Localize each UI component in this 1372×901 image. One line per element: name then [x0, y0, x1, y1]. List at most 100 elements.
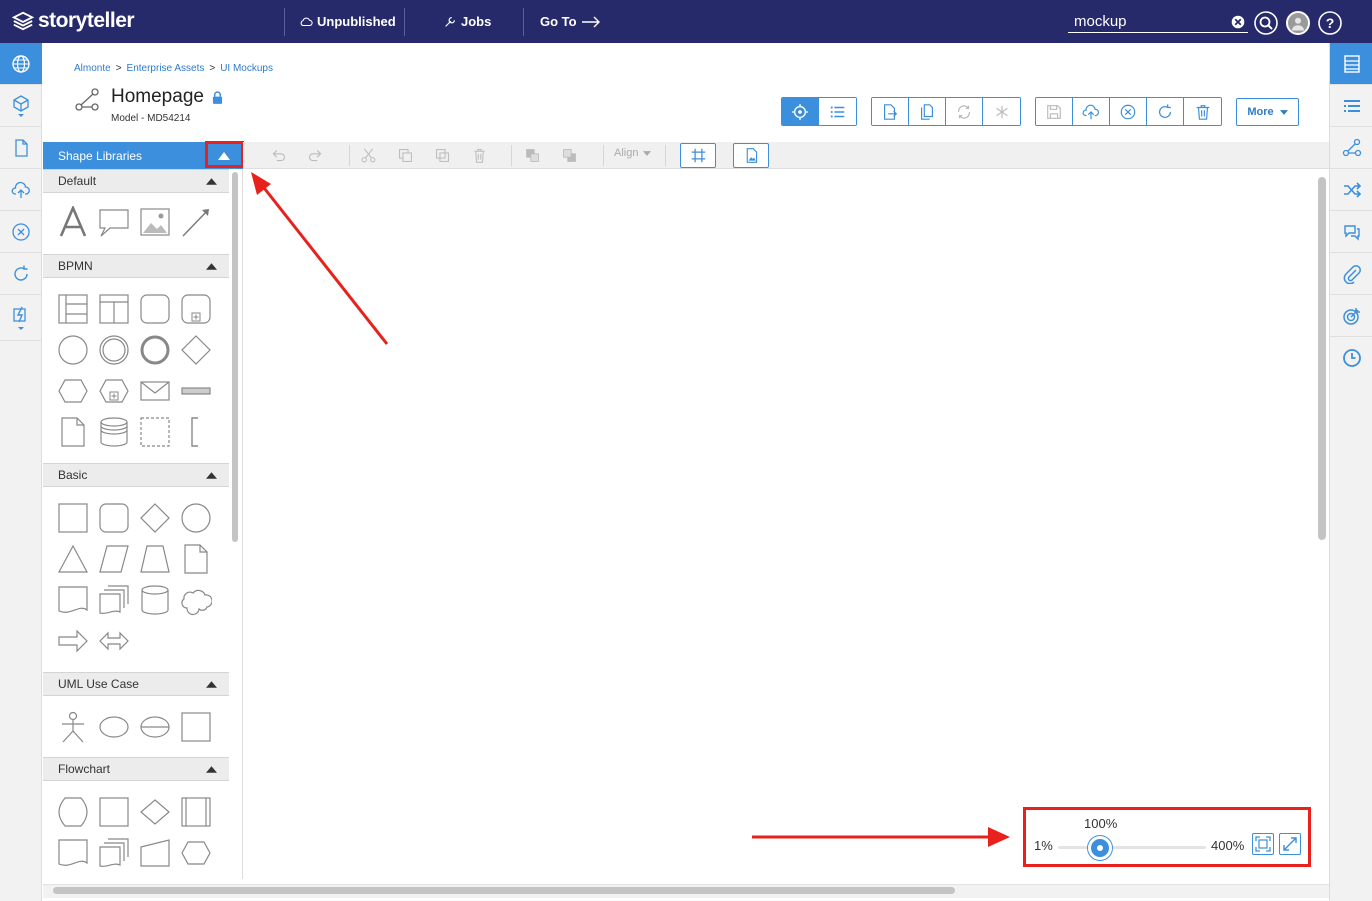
discard-button[interactable] [1110, 98, 1147, 125]
shape-image[interactable] [139, 206, 171, 238]
export-image-button[interactable] [733, 143, 769, 168]
diagram-canvas[interactable] [243, 169, 1329, 884]
shape-gateway[interactable] [180, 334, 212, 366]
clear-search-button[interactable] [1228, 12, 1248, 32]
shape-start-event[interactable] [57, 334, 89, 366]
shape-predefined-process[interactable] [180, 796, 212, 828]
shape-terminator[interactable] [57, 796, 89, 828]
zoom-slider-thumb[interactable] [1088, 836, 1112, 860]
shape-use-case-extension[interactable] [139, 711, 171, 743]
goto-button[interactable]: Go To [540, 14, 601, 29]
lane-shape-icon [99, 294, 129, 324]
shape-preparation[interactable] [180, 837, 212, 869]
rail-shuffle-button[interactable] [1330, 169, 1372, 211]
jobs-button[interactable]: Jobs [443, 14, 491, 29]
more-button[interactable]: More [1236, 98, 1299, 126]
section-header-basic[interactable]: Basic [43, 463, 229, 487]
shape-rounded-rectangle[interactable] [98, 502, 130, 534]
shape-diamond[interactable] [139, 502, 171, 534]
diagram-view-button[interactable] [782, 98, 819, 125]
shape-library-scrollbar[interactable] [232, 172, 238, 542]
unpublished-button[interactable]: Unpublished [299, 14, 396, 29]
shape-task[interactable] [139, 293, 171, 325]
shape-multi-document[interactable] [98, 584, 130, 616]
shape-annotation[interactable] [180, 416, 212, 448]
shape-manual-input[interactable] [139, 837, 171, 869]
shape-pool[interactable] [57, 293, 89, 325]
shape-arrow-right[interactable] [57, 625, 89, 657]
rail-cube-button[interactable] [0, 85, 42, 127]
shape-callout[interactable] [98, 206, 130, 238]
rail-cancel-button[interactable] [0, 211, 42, 253]
shape-decision[interactable] [139, 796, 171, 828]
breadcrumb-enterprise-assets[interactable]: Enterprise Assets [127, 63, 205, 74]
rail-globe-button[interactable] [0, 43, 42, 85]
arrow-right-icon [581, 16, 600, 27]
canvas-vertical-scrollbar[interactable] [1318, 177, 1326, 540]
reload-button[interactable] [1147, 98, 1184, 125]
copy-document-button[interactable] [909, 98, 946, 125]
shape-wave-document[interactable] [57, 584, 89, 616]
shape-hexagon[interactable] [57, 375, 89, 407]
shape-process[interactable] [98, 796, 130, 828]
rail-attachments-button[interactable] [1330, 253, 1372, 295]
rail-document-button[interactable] [0, 127, 42, 169]
section-header-default[interactable]: Default [43, 169, 229, 193]
publish-button[interactable] [1073, 98, 1110, 125]
breadcrumb-ui-mockups[interactable]: UI Mockups [220, 63, 273, 74]
rail-comments-button[interactable] [1330, 211, 1372, 253]
shape-triangle[interactable] [57, 543, 89, 575]
shape-arrow-double[interactable] [98, 625, 130, 657]
search-input[interactable] [1068, 11, 1248, 33]
rail-history-button[interactable] [1330, 337, 1372, 379]
rail-upload-button[interactable] [0, 169, 42, 211]
shape-circle[interactable] [180, 502, 212, 534]
shape-subprocess[interactable] [180, 293, 212, 325]
search-button[interactable] [1254, 11, 1278, 35]
shape-document[interactable] [180, 543, 212, 575]
shape-hexagon-collapsed[interactable] [98, 375, 130, 407]
section-header-flowchart[interactable]: Flowchart [43, 757, 229, 781]
help-button[interactable]: ? [1318, 11, 1342, 35]
fullscreen-button[interactable] [1279, 833, 1301, 855]
shape-data-store[interactable] [98, 416, 130, 448]
grid-toggle-button[interactable] [680, 143, 716, 168]
user-avatar[interactable] [1286, 11, 1310, 35]
canvas-horizontal-scrollbar[interactable] [53, 887, 955, 894]
shape-system-boundary[interactable] [180, 711, 212, 743]
section-header-bpmn[interactable]: BPMN [43, 254, 229, 278]
shape-data-object[interactable] [57, 416, 89, 448]
shape-intermediate-event[interactable] [98, 334, 130, 366]
rail-properties-button[interactable] [1330, 43, 1372, 85]
shape-message[interactable] [139, 375, 171, 407]
circle-x-icon [1120, 104, 1136, 119]
shape-text[interactable] [57, 204, 89, 238]
shape-connector[interactable] [180, 206, 212, 238]
shape-use-case[interactable] [98, 711, 130, 743]
shape-cloud[interactable] [180, 584, 213, 616]
breadcrumb-almonte[interactable]: Almonte [74, 63, 111, 74]
shape-actor[interactable] [57, 711, 89, 743]
rail-list-button[interactable] [1330, 85, 1372, 127]
shape-bar[interactable] [180, 375, 212, 407]
shape-flow-document[interactable] [57, 837, 89, 869]
delete-button[interactable] [1184, 98, 1221, 125]
rail-edit-button[interactable] [0, 295, 42, 341]
zoom-slider-track[interactable] [1058, 846, 1206, 849]
rail-relations-button[interactable] [1330, 127, 1372, 169]
export-button[interactable] [872, 98, 909, 125]
rail-target-button[interactable] [1330, 295, 1372, 337]
list-view-button[interactable] [819, 98, 856, 125]
shape-rectangle[interactable] [57, 502, 89, 534]
shape-lane[interactable] [98, 293, 130, 325]
shape-group[interactable] [139, 416, 171, 448]
storyteller-logo[interactable]: storyteller [12, 9, 135, 33]
shape-parallelogram[interactable] [98, 543, 130, 575]
shape-cylinder[interactable] [139, 584, 171, 616]
shape-end-event[interactable] [139, 334, 171, 366]
fit-to-screen-button[interactable] [1252, 833, 1274, 855]
shape-flow-multi-document[interactable] [98, 837, 130, 869]
rail-refresh-button[interactable] [0, 253, 42, 295]
section-header-uml-use-case[interactable]: UML Use Case [43, 672, 229, 696]
shape-trapezoid[interactable] [139, 543, 171, 575]
